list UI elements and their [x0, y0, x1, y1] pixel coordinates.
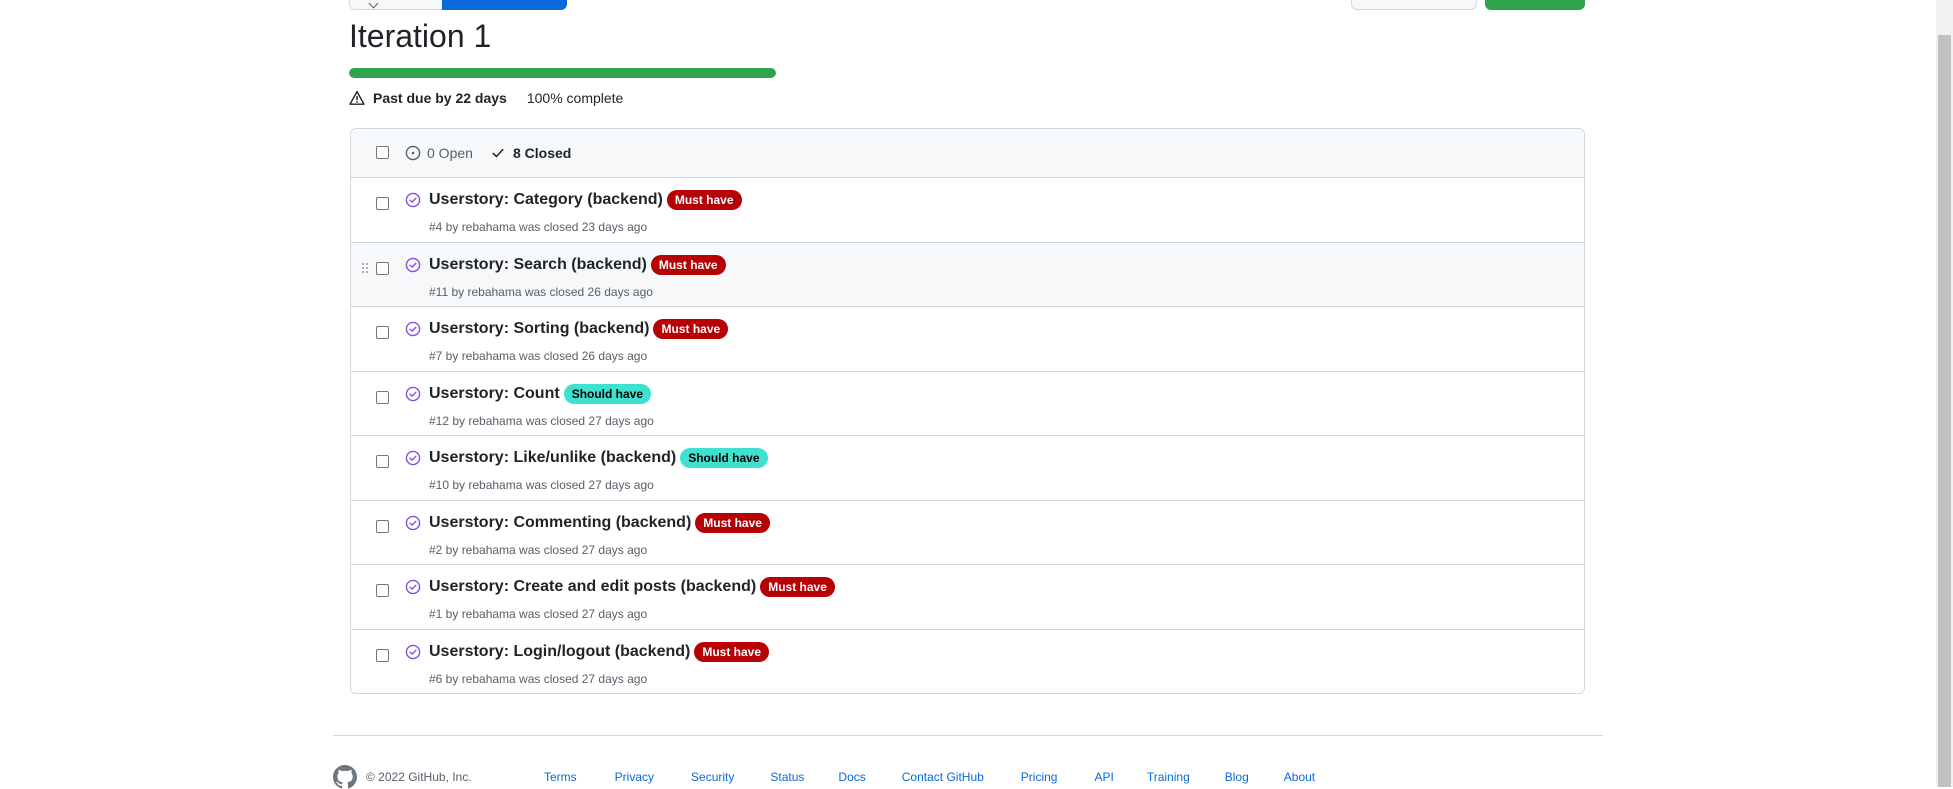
issue-closed-icon [405, 515, 421, 530]
edit-milestone-button[interactable] [1351, 0, 1477, 10]
issue-title-link[interactable]: Userstory: Count [429, 385, 560, 403]
issue-title-line: Userstory: Login/logout (backend) Must ha… [429, 641, 770, 662]
issue-rows: Userstory: Category (backend) Must have #4… [351, 178, 1584, 693]
issue-checkbox[interactable] [376, 261, 389, 275]
issue-meta: #11 by rebahama was closed 26 days ago [429, 284, 653, 299]
issue-checkbox[interactable] [376, 326, 389, 339]
site-footer: © 2022 GitHub, Inc. Terms Privacy Security… [333, 765, 1315, 789]
issue-row[interactable]: Userstory: Category (backend) Must have #4… [351, 178, 1584, 243]
issues-list-header: 0 Open 8 Closed [351, 129, 1584, 178]
milestone-dropdown-button[interactable] [349, 0, 442, 10]
scrollbar-thumb[interactable] [1938, 35, 1951, 787]
footer-link-training[interactable]: Training [1147, 770, 1190, 784]
issue-title-line: Userstory: Commenting (backend) Must have [429, 512, 770, 533]
issue-row[interactable]: Userstory: Create and edit posts (backen… [351, 565, 1584, 630]
issue-title-line: Userstory: Category (backend) Must have [429, 190, 742, 210]
drag-handle-icon[interactable] [362, 262, 368, 273]
issue-row[interactable]: Userstory: Sorting (backend) Must have #7 … [351, 307, 1584, 372]
footer-link-contact-github[interactable]: Contact GitHub [902, 770, 984, 784]
footer-divider [333, 735, 1603, 736]
issue-row[interactable]: Userstory: Count Should have #12 by rebaha… [351, 371, 1584, 436]
issue-closed-icon [405, 644, 421, 659]
issue-label[interactable]: Must have [666, 190, 742, 210]
issue-closed-icon [405, 386, 421, 401]
footer-links: Terms Privacy Security Status Docs Contact Gi… [544, 770, 1315, 784]
issue-row[interactable]: Userstory: Search (backend) Must have #11 … [351, 242, 1584, 307]
footer-link-pricing[interactable]: Pricing [1021, 770, 1058, 784]
milestone-meta: Past due by 22 days 100% complete [349, 88, 623, 108]
issue-title-line: Userstory: Sorting (backend) Must have [429, 319, 729, 339]
primary-action-button[interactable] [442, 0, 567, 10]
footer-link-api[interactable]: API [1094, 770, 1113, 784]
issue-meta: #4 by rebahama was closed 23 days ago [429, 220, 648, 234]
progress-bar-fill [349, 68, 776, 78]
issue-row[interactable]: Userstory: Login/logout (backend) Must ha… [351, 629, 1584, 693]
page-scrollbar[interactable] [1936, 0, 1953, 787]
issue-title-link[interactable]: Userstory: Search (backend) [429, 256, 647, 274]
issue-meta: #2 by rebahama was closed 27 days ago [429, 542, 648, 557]
footer-link-docs[interactable]: Docs [838, 770, 865, 784]
issue-meta: #7 by rebahama was closed 26 days ago [429, 349, 648, 363]
footer-link-status[interactable]: Status [770, 770, 804, 784]
due-status: Past due by 22 days [349, 90, 507, 106]
issue-title-link[interactable]: Userstory: Login/logout (backend) [429, 643, 690, 661]
issue-checkbox[interactable] [376, 455, 389, 468]
issue-title-link[interactable]: Userstory: Create and edit posts (backen… [429, 578, 756, 596]
open-issues-tab[interactable]: 0 Open [405, 145, 473, 161]
issues-list: 0 Open 8 Closed Userstory: Category (bac… [350, 128, 1585, 694]
check-icon [492, 148, 504, 158]
due-status-text: Past due by 22 days [373, 90, 507, 106]
issue-checkbox[interactable] [376, 584, 389, 597]
closed-issues-tab[interactable]: 8 Closed [491, 145, 571, 161]
complete-text: 100% complete [526, 90, 624, 106]
footer-link-security[interactable]: Security [691, 770, 734, 784]
footer-link-terms[interactable]: Terms [544, 770, 577, 784]
issue-title-line: Userstory: Create and edit posts (backen… [429, 577, 835, 597]
issue-meta: #1 by rebahama was closed 27 days ago [429, 607, 648, 621]
select-all-checkbox[interactable] [376, 146, 389, 159]
footer-link-blog[interactable]: Blog [1225, 770, 1249, 784]
new-issue-button[interactable] [1485, 0, 1585, 10]
issue-meta: #12 by rebahama was closed 27 days ago [429, 413, 654, 428]
issue-checkbox[interactable] [376, 648, 389, 662]
issue-closed-icon [405, 257, 421, 272]
issue-meta: #6 by rebahama was closed 27 days ago [429, 671, 648, 686]
issue-row[interactable]: Userstory: Like/unlike (backend) Should h… [351, 436, 1584, 501]
alert-icon [349, 90, 365, 105]
issue-label[interactable]: Should have [680, 448, 768, 468]
issue-checkbox[interactable] [376, 390, 389, 404]
footer-copyright: © 2022 GitHub, Inc. [366, 770, 472, 784]
issue-meta: #10 by rebahama was closed 27 days ago [429, 478, 654, 492]
issue-closed-icon [405, 192, 421, 208]
issue-label[interactable]: Must have [650, 254, 726, 275]
issue-title-line: Userstory: Search (backend) Must have [429, 254, 726, 275]
issue-label[interactable]: Must have [760, 577, 835, 597]
issue-checkbox[interactable] [376, 197, 389, 210]
issue-checkbox[interactable] [376, 519, 389, 533]
issue-label[interactable]: Must have [694, 641, 770, 662]
issue-closed-icon [405, 579, 421, 595]
issue-closed-icon [405, 321, 421, 337]
issue-title-line: Userstory: Like/unlike (backend) Should h… [429, 448, 768, 468]
footer-link-about[interactable]: About [1284, 770, 1315, 784]
issue-title-link[interactable]: Userstory: Commenting (backend) [429, 514, 691, 532]
issue-title-link[interactable]: Userstory: Sorting (backend) [429, 320, 649, 338]
closed-count-label: 8 Closed [513, 145, 572, 161]
issue-row[interactable]: Userstory: Commenting (backend) Must have… [351, 500, 1584, 565]
issue-title-link[interactable]: Userstory: Category (backend) [429, 191, 663, 209]
milestone-page: Iteration 1 Past due by 22 days 100% com… [0, 0, 1936, 789]
issue-title-link[interactable]: Userstory: Like/unlike (backend) [429, 449, 676, 467]
issue-title-line: Userstory: Count Should have [429, 383, 652, 404]
issue-closed-icon [405, 450, 421, 466]
chevron-down-icon [368, 0, 379, 9]
open-count-label: 0 Open [427, 145, 473, 161]
issue-label[interactable]: Must have [695, 512, 770, 533]
milestone-progress-bar [349, 68, 776, 78]
footer-link-privacy[interactable]: Privacy [615, 770, 654, 784]
github-logo-icon[interactable] [333, 765, 357, 789]
milestone-title: Iteration 1 [349, 18, 492, 54]
issue-label[interactable]: Must have [653, 319, 729, 339]
issue-opened-icon [405, 145, 421, 161]
issue-label[interactable]: Should have [563, 383, 652, 404]
